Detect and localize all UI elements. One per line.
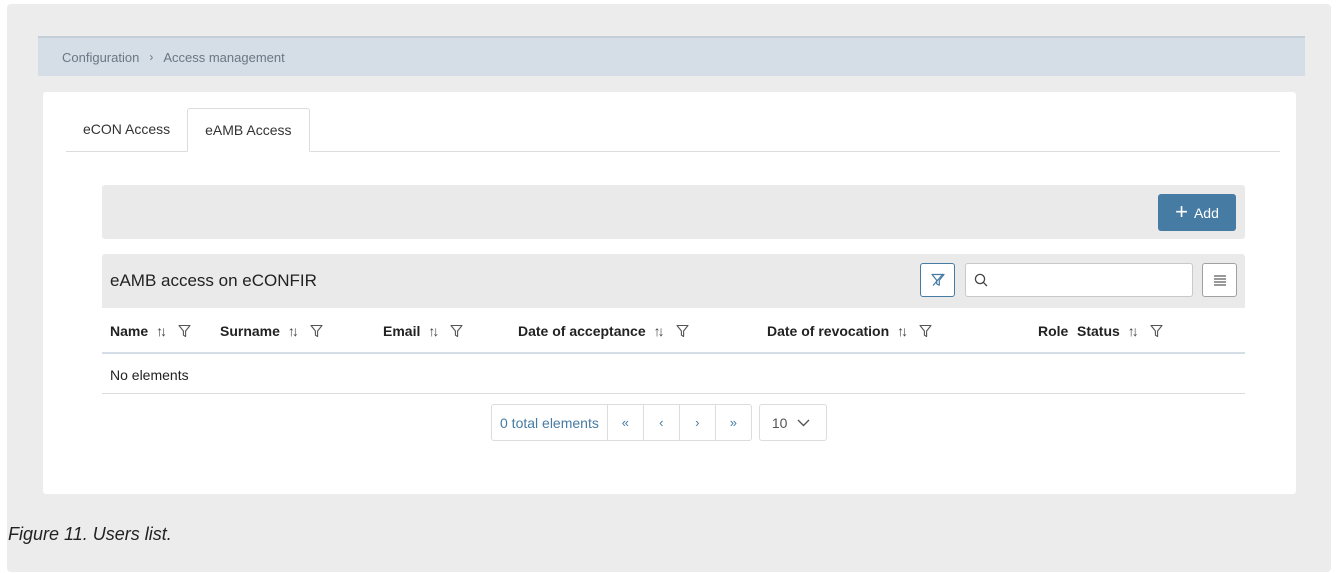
column-label: Date of revocation — [767, 323, 890, 339]
table-column-headers: Name ↑↓ Surname ↑↓ Email ↑↓ Date of acce… — [102, 308, 1245, 354]
column-header-name: Name ↑↓ — [110, 323, 191, 339]
plus-icon: + — [1175, 198, 1188, 224]
filter-icon[interactable] — [919, 324, 932, 338]
filter-toggle-button[interactable] — [920, 263, 955, 297]
search-field[interactable] — [965, 263, 1193, 297]
add-button-label: Add — [1193, 204, 1219, 221]
chevron-down-icon — [797, 419, 810, 427]
column-header-date-of-revocation: Date of revocation ↑↓ — [767, 323, 932, 339]
column-label: Name — [110, 323, 149, 339]
table-empty-message: No elements — [102, 356, 1245, 394]
previous-page-button[interactable]: ‹ — [643, 404, 680, 441]
page-size-value: 10 — [771, 414, 788, 431]
next-page-button[interactable]: › — [679, 404, 716, 441]
first-page-button[interactable]: « — [607, 404, 644, 441]
column-header-status: Status ↑↓ — [1077, 323, 1163, 339]
toolbar: + Add — [102, 185, 1245, 239]
column-header-email: Email ↑↓ — [383, 323, 463, 339]
list-icon — [1213, 275, 1226, 286]
search-icon — [974, 273, 988, 287]
tab-eamb-access[interactable]: eAMB Access — [187, 108, 310, 152]
sort-icon[interactable]: ↑↓ — [1128, 323, 1139, 339]
table-title: eAMB access on eCONFIR — [110, 271, 317, 290]
filter-icon[interactable] — [450, 324, 463, 338]
filter-icon[interactable] — [310, 324, 323, 338]
filter-off-icon — [930, 273, 945, 286]
sort-icon[interactable]: ↑↓ — [897, 323, 908, 339]
breadcrumb-item-access-management: Access management — [163, 49, 285, 65]
page-size-select[interactable]: 10 — [758, 404, 827, 441]
tab-econ-access[interactable]: eCON Access — [66, 107, 187, 151]
column-header-role: Role — [1038, 323, 1068, 339]
filter-icon[interactable] — [676, 324, 689, 338]
last-page-button[interactable]: » — [715, 404, 752, 441]
figure-caption: Figure 11. Users list. — [8, 524, 172, 544]
sort-icon[interactable]: ↑↓ — [288, 323, 299, 339]
add-button[interactable]: + Add — [1158, 194, 1236, 231]
tab-bar: eCON Access eAMB Access — [66, 107, 1280, 152]
sort-icon[interactable]: ↑↓ — [156, 323, 167, 339]
breadcrumb-separator: › — [149, 50, 154, 64]
filter-icon[interactable] — [178, 324, 191, 338]
table-header-bar: eAMB access on eCONFIR — [102, 254, 1245, 308]
column-label: Surname — [220, 323, 280, 339]
column-header-surname: Surname ↑↓ — [220, 323, 323, 339]
sort-icon[interactable]: ↑↓ — [428, 323, 439, 339]
breadcrumb: Configuration › Access management — [38, 36, 1305, 76]
column-label: Role — [1038, 323, 1069, 339]
column-header-date-of-acceptance: Date of acceptance ↑↓ — [518, 323, 689, 339]
column-label: Email — [383, 323, 421, 339]
sort-icon[interactable]: ↑↓ — [654, 323, 665, 339]
pagination: 0 total elements « ‹ › » 10 — [491, 404, 827, 441]
filter-icon[interactable] — [1150, 324, 1163, 338]
column-label: Date of acceptance — [518, 323, 646, 339]
breadcrumb-item-configuration[interactable]: Configuration — [62, 50, 139, 65]
column-label: Status — [1077, 323, 1120, 339]
columns-menu-button[interactable] — [1202, 263, 1237, 297]
total-elements-label: 0 total elements — [491, 404, 608, 441]
search-input[interactable] — [994, 265, 1192, 295]
